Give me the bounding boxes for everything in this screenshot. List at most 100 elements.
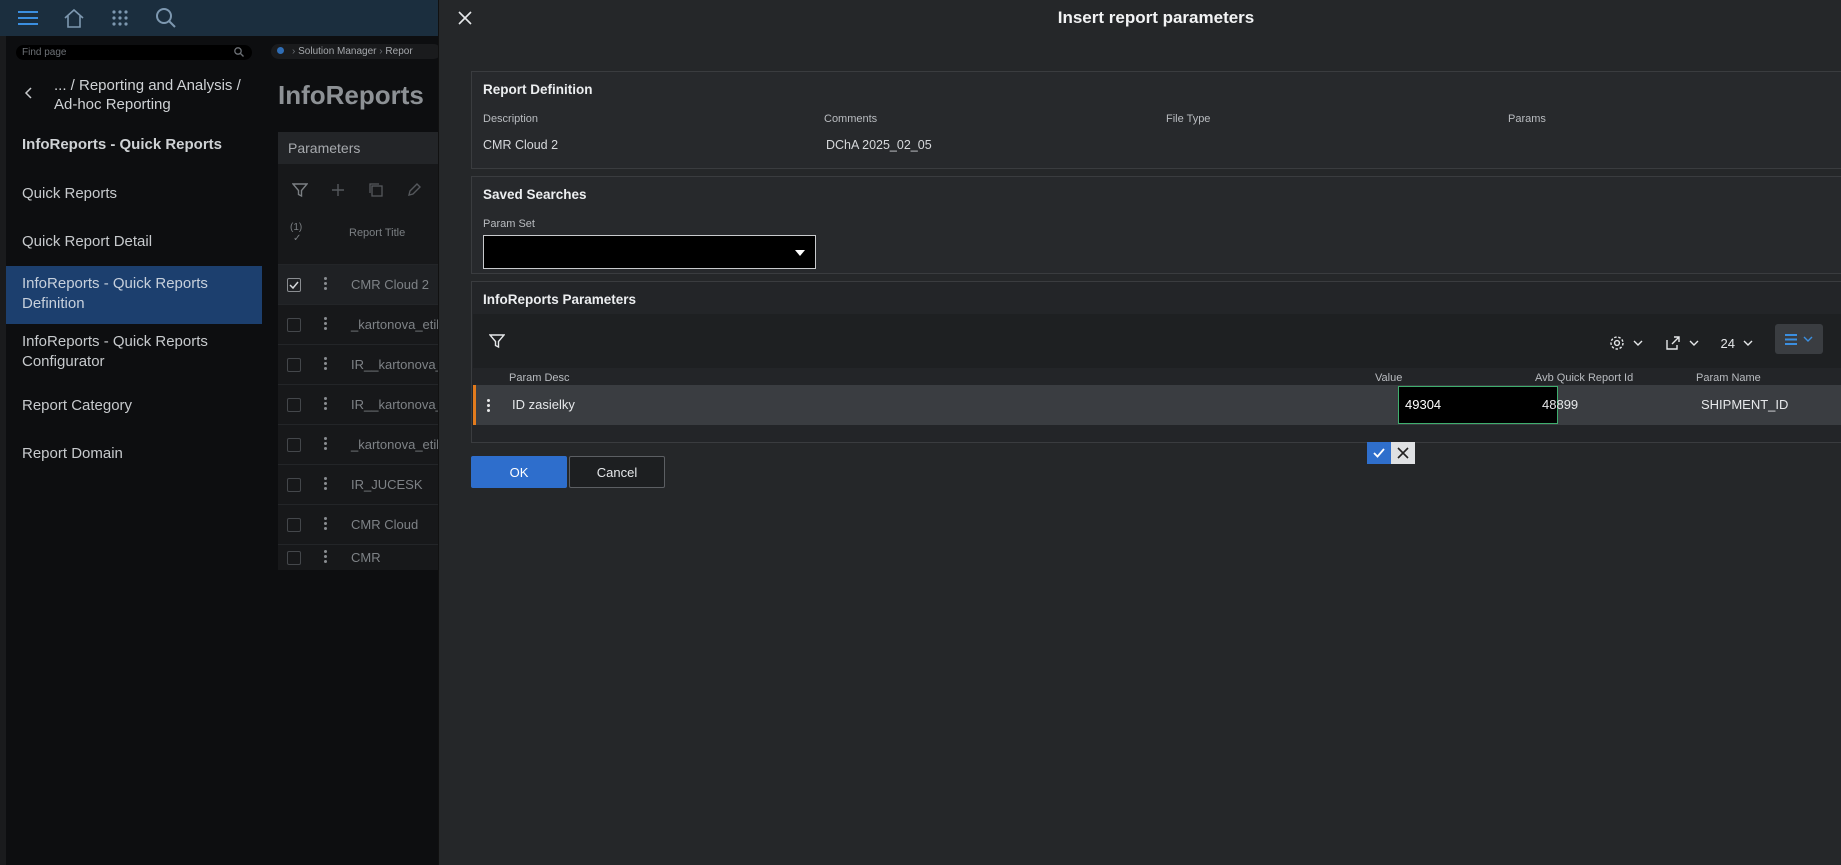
filter-icon[interactable] <box>291 182 309 203</box>
nav-item-report-domain[interactable]: Report Domain <box>6 444 262 464</box>
view-mode-button[interactable] <box>1775 324 1823 354</box>
nav-item-quick-reports-configurator[interactable]: InfoReports - Quick Reports Configurator <box>6 332 262 372</box>
column-header-report-id[interactable]: Avb Quick Report Id <box>1535 372 1633 384</box>
grid-tools: 24 <box>1609 324 1823 354</box>
edit-icon[interactable] <box>406 182 422 203</box>
row-checkbox[interactable] <box>287 518 301 532</box>
column-header-value[interactable]: Value <box>1375 372 1402 384</box>
search-icon[interactable] <box>152 4 180 32</box>
export-icon <box>1665 336 1680 350</box>
param-set-select[interactable] <box>483 235 816 269</box>
row-menu-icon[interactable] <box>487 399 490 414</box>
param-set-label: Param Set <box>483 218 535 230</box>
page-title: InfoReports <box>278 80 424 110</box>
duplicate-icon[interactable] <box>368 182 384 203</box>
row-report-title: CMR Cloud <box>351 517 419 532</box>
row-report-title: IR_JUCESK <box>351 477 423 492</box>
section-title: InfoReports Parameters <box>483 292 637 307</box>
check-icon: ✓ <box>293 233 302 244</box>
row-menu-icon[interactable] <box>324 397 328 412</box>
breadcrumb-item[interactable]: Solution Manager <box>298 46 376 57</box>
table-row[interactable]: IR__kartonova_e <box>278 344 450 384</box>
column-header-report-title[interactable]: Report Title <box>349 227 405 239</box>
row-report-title: _kartonova_etik <box>351 437 443 452</box>
panel-toolbar <box>291 182 422 203</box>
table-row[interactable]: CMR Cloud 2 <box>278 264 438 304</box>
settings-menu[interactable] <box>1609 335 1643 351</box>
insert-report-parameters-dialog: Insert report parameters Report Definiti… <box>438 0 1841 865</box>
back-arrow-icon[interactable] <box>24 86 34 105</box>
ok-button[interactable]: OK <box>471 456 567 488</box>
nav-item-label: Report Category <box>22 397 133 414</box>
chevron-down-icon <box>1743 340 1753 346</box>
section-title: Report Definition <box>483 82 593 97</box>
export-menu[interactable] <box>1665 335 1699 351</box>
description-label: Description <box>483 113 539 125</box>
table-row[interactable]: CMR <box>278 544 438 570</box>
hamburger-menu-icon[interactable] <box>14 4 42 32</box>
find-page-placeholder: Find page <box>22 47 67 58</box>
row-menu-icon[interactable] <box>324 550 328 565</box>
params-label: Params <box>1508 113 1546 125</box>
selection-count[interactable]: (1) ✓ <box>290 222 302 244</box>
value-input[interactable]: 49304 <box>1398 386 1558 424</box>
home-icon[interactable] <box>60 4 88 32</box>
nav-item-quick-reports-definition[interactable]: InfoReports - Quick Reports Definition <box>6 266 262 324</box>
table-row[interactable]: _kartonova_etik <box>278 304 443 344</box>
table-row[interactable]: ID zasielky 49304 48899 SHIPMENT_ID <box>473 385 1841 425</box>
param-desc-cell: ID zasielky <box>512 397 575 412</box>
comments-value: DChA 2025_02_05 <box>826 138 932 152</box>
inline-edit-actions <box>1367 442 1415 464</box>
check-icon <box>1373 448 1385 458</box>
row-menu-icon[interactable] <box>324 477 328 492</box>
nav-item-report-category[interactable]: Report Category <box>6 396 262 416</box>
section-title: Saved Searches <box>483 187 587 202</box>
breadcrumb-item[interactable]: Repor <box>385 46 412 57</box>
cancel-edit-button[interactable] <box>1391 442 1415 464</box>
row-checkbox[interactable] <box>287 438 301 452</box>
row-menu-icon[interactable] <box>324 437 328 452</box>
row-report-title: _kartonova_etik <box>351 317 443 332</box>
row-checkbox[interactable] <box>287 278 301 292</box>
nav-item-label: Quick Report Detail <box>22 233 153 250</box>
apps-grid-icon[interactable] <box>106 4 134 32</box>
file-type-label: File Type <box>1166 113 1211 125</box>
chevron-down-icon <box>1689 340 1699 346</box>
row-menu-icon[interactable] <box>324 317 328 332</box>
nav-item-quick-reports[interactable]: Quick Reports <box>6 184 262 204</box>
add-icon[interactable] <box>330 182 346 203</box>
grid-toolbar: 24 <box>473 314 1841 368</box>
row-checkbox[interactable] <box>287 478 301 492</box>
row-checkbox[interactable] <box>287 358 301 372</box>
find-page-input[interactable]: Find page <box>16 45 252 60</box>
filter-icon[interactable] <box>488 333 506 354</box>
row-checkbox[interactable] <box>287 318 301 332</box>
table-row[interactable]: CMR Cloud <box>278 504 438 544</box>
row-checkbox[interactable] <box>287 551 301 565</box>
row-report-title: IR__kartonova_e <box>351 357 451 372</box>
cancel-button[interactable]: Cancel <box>569 456 665 488</box>
panel-title: Parameters <box>278 132 438 164</box>
nav-section-title[interactable]: InfoReports - Quick Reports <box>22 136 222 153</box>
table-row[interactable]: IR_JUCESK <box>278 464 438 504</box>
breadcrumb-home-dot[interactable] <box>277 47 284 54</box>
row-menu-icon[interactable] <box>324 277 328 292</box>
table-row[interactable]: _kartonova_etik <box>278 424 443 464</box>
column-header-param-desc[interactable]: Param Desc <box>509 372 570 384</box>
inforeports-parameters-section: InfoReports Parameters 24 Param Desc Val… <box>471 281 1841 443</box>
row-menu-icon[interactable] <box>324 517 328 532</box>
row-checkbox[interactable] <box>287 398 301 412</box>
close-icon <box>1397 447 1409 459</box>
parameters-panel: Parameters (1) ✓ Report Title CMR Cloud … <box>278 132 450 570</box>
confirm-edit-button[interactable] <box>1367 442 1391 464</box>
chevron-down-icon <box>795 250 805 256</box>
row-menu-icon[interactable] <box>324 357 328 372</box>
chevron-down-icon <box>1633 340 1643 346</box>
nav-item-label: InfoReports - Quick Reports Configurator <box>22 333 208 370</box>
column-header-param-name[interactable]: Param Name <box>1696 372 1761 384</box>
page-size-select[interactable]: 24 <box>1721 336 1753 351</box>
nav-item-quick-report-detail[interactable]: Quick Report Detail <box>6 232 262 252</box>
table-row[interactable]: IR__kartonova_e <box>278 384 450 424</box>
nav-breadcrumb[interactable]: ... / Reporting and Analysis / Ad-hoc Re… <box>54 76 254 114</box>
search-icon <box>234 47 244 62</box>
